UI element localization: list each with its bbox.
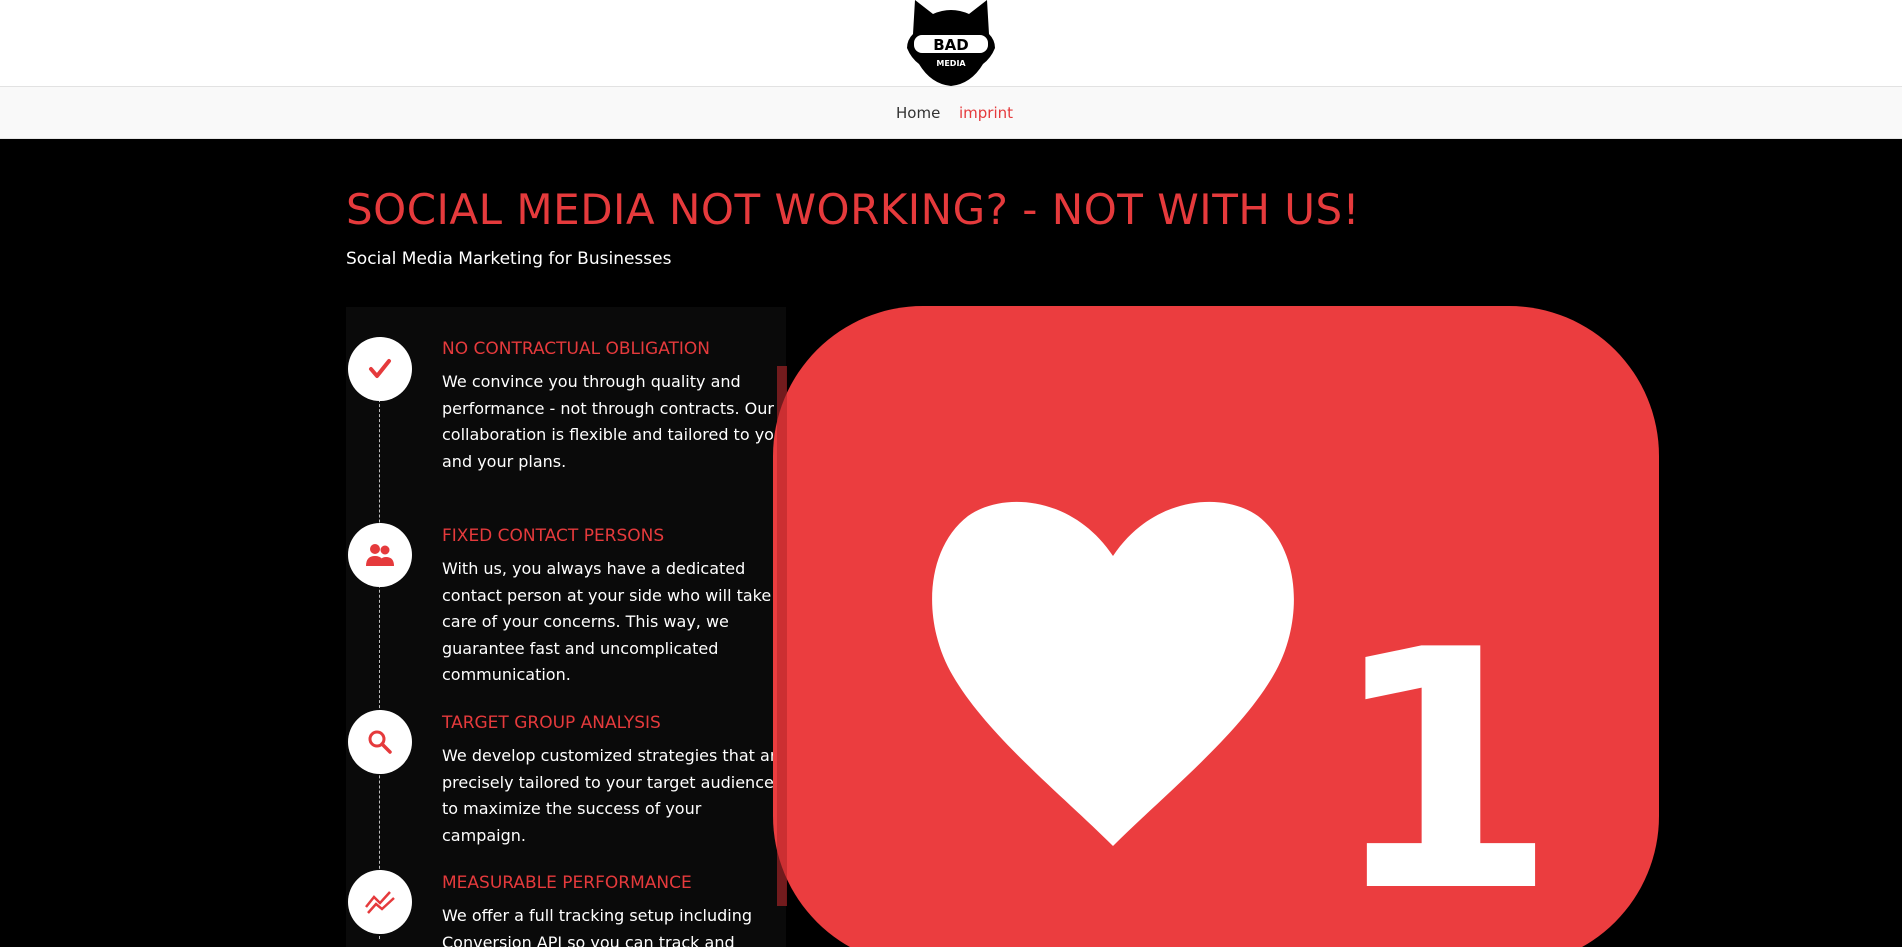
people-icon bbox=[348, 523, 412, 587]
feature-title-3: TARGET GROUP ANALYSIS bbox=[442, 713, 661, 733]
trend-chart-icon bbox=[348, 870, 412, 934]
feature-text-4: We offer a full tracking setup including… bbox=[442, 906, 753, 947]
feature-text-1: We convince you through quality and perf… bbox=[442, 372, 785, 471]
timeline-connector bbox=[379, 369, 380, 939]
feature-text-2: With us, you always have a dedicated con… bbox=[442, 559, 772, 684]
feature-title-4: MEASURABLE PERFORMANCE bbox=[442, 873, 692, 893]
nav-imprint-link[interactable]: imprint bbox=[959, 104, 1013, 122]
logo-text-bottom: MEDIA bbox=[936, 59, 966, 68]
page-subtitle: Social Media Marketing for Businesses bbox=[346, 249, 672, 269]
page-title: SOCIAL MEDIA NOT WORKING? - NOT WITH US! bbox=[346, 185, 1361, 234]
feature-title-2: FIXED CONTACT PERSONS bbox=[442, 526, 665, 546]
nav-home-link[interactable]: Home bbox=[896, 104, 940, 122]
site-header: BAD MEDIA bbox=[0, 0, 1902, 87]
search-icon bbox=[348, 710, 412, 774]
like-notification-graphic: 1 bbox=[773, 306, 1659, 947]
logo-text-top: BAD bbox=[933, 36, 969, 54]
bad-media-logo[interactable]: BAD MEDIA bbox=[905, 0, 997, 87]
hero-section: SOCIAL MEDIA NOT WORKING? - NOT WITH US!… bbox=[0, 139, 1902, 947]
like-count: 1 bbox=[1328, 580, 1558, 947]
feature-text-3: We develop customized strategies that ar… bbox=[442, 746, 786, 845]
feature-title-1: NO CONTRACTUAL OBLIGATION bbox=[442, 339, 711, 359]
checkmark-icon bbox=[348, 337, 412, 401]
main-navigation: Home imprint bbox=[0, 87, 1902, 139]
